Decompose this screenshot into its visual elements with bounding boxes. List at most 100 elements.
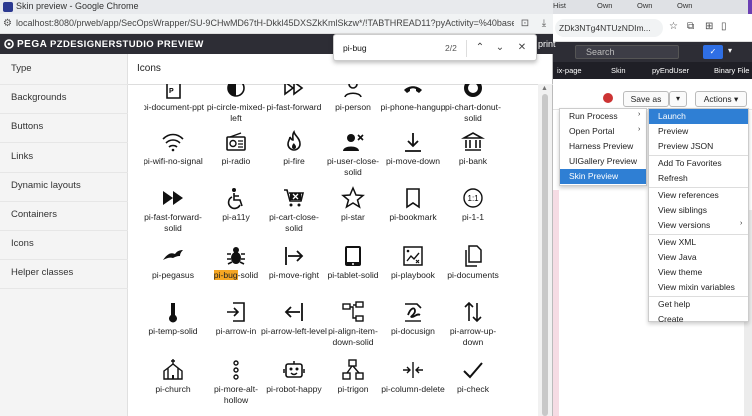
sidebar-item-backgrounds[interactable]: Backgrounds xyxy=(0,85,128,115)
icon-label: pi-person xyxy=(335,102,371,112)
sidebar-item-containers[interactable]: Containers xyxy=(0,202,128,231)
person-icon xyxy=(344,84,362,98)
menu-item-skin-preview[interactable]: Skin Preview xyxy=(560,169,646,184)
menu-item-view-xml[interactable]: View XML xyxy=(649,235,748,250)
radio-icon xyxy=(226,132,246,151)
rule-action-bar: Save as ▾ Actions ▾ xyxy=(553,89,752,107)
menu-item-label: View Java xyxy=(658,252,697,262)
menu-item-view-references[interactable]: View references xyxy=(649,188,748,203)
sidebar-item-buttons[interactable]: Buttons xyxy=(0,114,128,144)
menu-item-label: Run Process xyxy=(569,111,618,121)
menu-item-create[interactable]: Create xyxy=(649,312,748,327)
icon-label: pi-move-right xyxy=(268,270,320,280)
find-next-button[interactable]: ⌄ xyxy=(492,40,508,56)
menu-item-harness-preview[interactable]: Harness Preview xyxy=(560,139,646,154)
menu-item-preview-json[interactable]: Preview JSON xyxy=(649,139,748,154)
sidebar-item-helper-classes[interactable]: Helper classes xyxy=(0,260,128,290)
circle-mixed-icon xyxy=(227,84,245,97)
url-text[interactable]: localhost:8080/prweb/app/SecOpsWrapper/S… xyxy=(16,18,514,28)
background-search-input[interactable]: Search xyxy=(575,45,679,59)
star-icon[interactable]: ☆ xyxy=(669,21,678,32)
extensions-icon[interactable]: ⧉ xyxy=(687,21,694,32)
nav-item[interactable]: ix-page xyxy=(557,66,582,75)
site-info-icon[interactable]: ⚙ xyxy=(3,18,12,29)
profile-sync-icon[interactable]: ⊞ xyxy=(705,21,713,32)
star-icon xyxy=(341,186,365,209)
menu-item-view-java[interactable]: View Java xyxy=(649,250,748,265)
menu-item-label: Open Portal xyxy=(569,126,615,136)
sidebar-item-dynamic-layouts[interactable]: Dynamic layouts xyxy=(0,173,128,202)
nav-item[interactable]: Skin xyxy=(611,66,626,75)
sidebar-item-label: Dynamic layouts xyxy=(11,179,81,191)
more-alt-icon xyxy=(233,360,239,380)
menu-item-label: View XML xyxy=(658,237,697,247)
save-as-button[interactable]: Save as xyxy=(623,91,669,107)
icon-label: pi-radio xyxy=(221,156,251,166)
svg-text:1:1: 1:1 xyxy=(468,194,480,203)
menu-item-label: Skin Preview xyxy=(569,171,619,181)
background-tab[interactable]: Own xyxy=(597,1,612,14)
scrollbar-thumb[interactable] xyxy=(542,94,548,416)
icon-label: pi-temp-solid xyxy=(148,326,198,336)
icon-label: pi-docusign xyxy=(391,326,435,336)
icon-label: pi-playbook xyxy=(391,270,435,280)
nav-item[interactable]: pyEndUser xyxy=(652,66,689,75)
nav-item[interactable]: Binary File xyxy=(714,66,749,75)
pegasus-icon xyxy=(163,250,183,260)
sidebar-item-label: Backgrounds xyxy=(11,92,67,104)
doc-ppt-icon: P xyxy=(166,84,181,99)
trigon-icon xyxy=(342,359,364,380)
menu-item-label: View siblings xyxy=(658,205,707,215)
menu-item-add-to-favorites[interactable]: Add To Favorites xyxy=(649,156,748,171)
icon-tile: pi-robot-happy xyxy=(265,352,323,416)
menu-item-open-portal[interactable]: Open Portal › xyxy=(560,124,646,139)
icon-tile: pi-trigon xyxy=(324,352,382,416)
menu-item-label: Add To Favorites xyxy=(658,158,722,168)
app-icon xyxy=(3,2,13,12)
icon-tile: pi-column-delete xyxy=(381,352,445,416)
menu-item-uigallery-preview[interactable]: UIGallery Preview xyxy=(560,154,646,169)
find-icon[interactable]: ⊡ xyxy=(518,17,532,31)
find-previous-button[interactable]: ⌃ xyxy=(472,40,488,56)
sidebar-item-icons[interactable]: Icons xyxy=(0,231,128,261)
brand-name: PEGA xyxy=(17,39,48,50)
sidebar-item-label: Links xyxy=(11,150,34,162)
print-link[interactable]: print xyxy=(538,39,556,49)
temp-icon xyxy=(169,303,177,323)
run-menu: Run Process › Open Portal › Harness Preview U… xyxy=(559,108,647,186)
background-tab[interactable]: Hist xyxy=(553,1,566,14)
actions-button[interactable]: Actions ▾ xyxy=(695,91,747,107)
menu-item-refresh[interactable]: Refresh xyxy=(649,171,748,186)
menu-item-view-versions[interactable]: View versions › xyxy=(649,218,748,233)
close-find-button[interactable]: ✕ xyxy=(514,40,530,56)
scrollbar[interactable]: ▲ xyxy=(538,84,552,416)
icon-label: pi-a11y xyxy=(222,212,250,222)
menu-item-preview[interactable]: Preview xyxy=(649,124,748,139)
find-input[interactable]: pi-bug xyxy=(343,43,367,53)
save-as-dropdown[interactable]: ▾ xyxy=(669,91,687,107)
download-icon[interactable]: ⤓ xyxy=(537,17,551,31)
menu-item-run-process[interactable]: Run Process › xyxy=(560,109,646,124)
chevron-down-icon[interactable]: ▾ xyxy=(728,46,732,55)
menu-item-launch[interactable]: Launch xyxy=(649,109,748,124)
sidebar-item-links[interactable]: Links xyxy=(0,144,128,173)
menu-item-view-siblings[interactable]: View siblings xyxy=(649,203,748,218)
fast-forward-solid-icon xyxy=(163,191,183,205)
background-tab[interactable]: Own xyxy=(637,1,652,14)
scroll-up-icon[interactable]: ▲ xyxy=(541,85,548,92)
sidebar-item-type[interactable]: Type xyxy=(0,56,128,85)
icon-grid: Ppi-document-ppt pi-circle-mixed-left pi-f… xyxy=(144,84,502,416)
check-icon[interactable]: ✓ xyxy=(703,45,723,59)
menu-item-get-help[interactable]: Get help xyxy=(649,297,748,312)
background-header: Search ✓ ▾ xyxy=(553,42,752,62)
bug-icon xyxy=(227,247,245,265)
icon-label: pi-tablet-solid xyxy=(327,270,379,280)
window-titlebar: Skin preview - Google Chrome xyxy=(0,0,553,14)
menu-item-view-mixin-variables[interactable]: View mixin variables xyxy=(649,280,748,295)
wifi-icon xyxy=(162,133,184,152)
background-tab[interactable]: Own xyxy=(677,1,692,14)
background-url-field[interactable]: ZDk3NTg4NTUzNDIm... xyxy=(555,19,663,37)
sidepanel-icon[interactable]: ▯ xyxy=(721,21,727,32)
playbook-icon xyxy=(403,246,423,266)
menu-item-view-theme[interactable]: View theme xyxy=(649,265,748,280)
